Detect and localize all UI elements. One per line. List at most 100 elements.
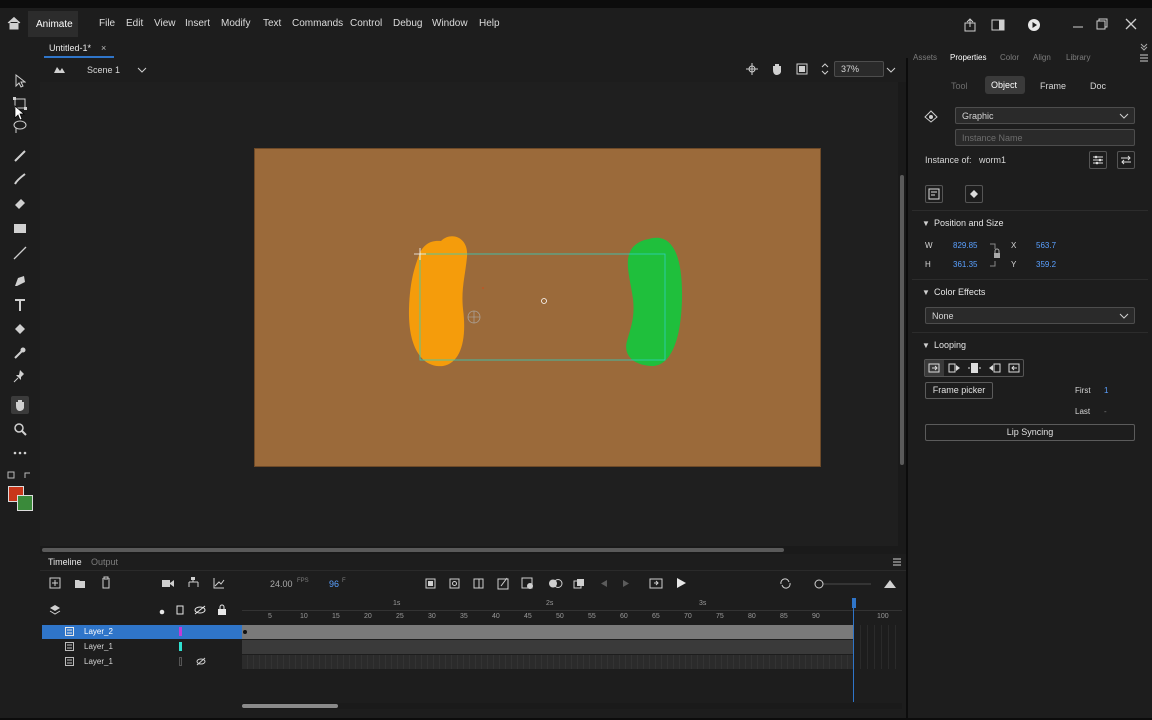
layer-name[interactable]: Layer_1 (84, 657, 113, 666)
minimize-icon[interactable] (1072, 18, 1084, 30)
tab-align[interactable]: Align (1033, 53, 1051, 62)
frame-strip[interactable] (242, 655, 854, 669)
subtab-doc[interactable]: Doc (1090, 81, 1106, 91)
tween-icon[interactable] (497, 577, 510, 590)
paint-brush-icon[interactable] (11, 170, 29, 188)
play-icon[interactable] (675, 577, 687, 589)
menu-modify[interactable]: Modify (221, 18, 250, 29)
insert-blank-keyframe-icon[interactable] (449, 578, 460, 589)
play-reverse-icon[interactable] (985, 360, 1004, 376)
first-frame-value[interactable]: 1 (1104, 386, 1108, 395)
subtab-tool[interactable]: Tool (951, 81, 968, 91)
frame-strip[interactable] (242, 640, 854, 654)
layer-row[interactable]: Layer_2 (42, 625, 242, 639)
current-frame-value[interactable]: 96 (329, 579, 339, 589)
loop-icon[interactable] (925, 360, 944, 376)
lip-syncing-button[interactable]: Lip Syncing (925, 424, 1135, 441)
frame-strip[interactable] (242, 625, 854, 639)
paint-bucket-icon[interactable] (11, 320, 29, 338)
symbol-settings-icon[interactable] (1089, 151, 1107, 169)
tab-output[interactable]: Output (91, 557, 118, 567)
layer-color-swatch[interactable] (179, 657, 182, 666)
hide-layers-icon[interactable] (194, 605, 206, 615)
stage[interactable] (254, 148, 821, 467)
pen-tool-icon[interactable] (11, 272, 29, 290)
zoom-dropdown-icon[interactable] (886, 65, 896, 75)
new-layer-icon[interactable] (49, 577, 61, 589)
tab-assets[interactable]: Assets (913, 53, 937, 62)
highlight-layers-icon[interactable] (159, 607, 165, 615)
text-tool-icon[interactable] (11, 296, 29, 314)
eyedropper-icon[interactable] (11, 344, 29, 362)
layer-color-swatch[interactable] (179, 627, 182, 636)
swap-symbol-icon[interactable] (1117, 151, 1135, 169)
line-tool-icon[interactable] (11, 244, 29, 262)
eraser-tool-icon[interactable] (11, 194, 29, 212)
edit-multiple-frames-icon[interactable] (573, 578, 585, 589)
share-icon[interactable] (963, 18, 977, 32)
timeline-scrollbar[interactable] (242, 703, 902, 709)
loop-icon[interactable] (779, 578, 792, 589)
snap-icon[interactable] (746, 63, 758, 75)
camera-icon[interactable] (161, 578, 175, 588)
edit-in-place-icon[interactable] (965, 185, 983, 203)
new-folder-icon[interactable] (74, 577, 86, 589)
single-frame-icon[interactable] (965, 360, 984, 376)
onion-skin-icon[interactable] (548, 578, 563, 589)
insert-keyframe-icon[interactable] (425, 578, 436, 589)
menu-view[interactable]: View (154, 18, 176, 29)
loop-reverse-icon[interactable] (1005, 360, 1024, 376)
graph-icon[interactable] (213, 577, 225, 589)
lock-proportions-icon[interactable] (988, 242, 1002, 268)
fill-color-swatch[interactable] (17, 495, 33, 511)
scene-dropdown-icon[interactable] (137, 65, 147, 75)
frame-size-slider[interactable] (813, 578, 873, 590)
fps-value[interactable]: 24.00 (270, 579, 293, 589)
x-value[interactable]: 563.7 (1036, 241, 1056, 250)
color-effects-header[interactable]: ▼ Color Effects (922, 287, 985, 297)
panel-collapse-icon[interactable] (1140, 43, 1148, 51)
insert-frame-icon[interactable] (473, 578, 484, 589)
layer-row[interactable]: Layer_1 (42, 655, 242, 669)
vertical-scroll-thumb[interactable] (900, 175, 904, 465)
instance-name-input[interactable]: Instance Name (955, 129, 1135, 146)
edit-scene-icon[interactable] (52, 63, 66, 77)
menu-commands[interactable]: Commands (292, 18, 343, 29)
subtab-frame[interactable]: Frame (1040, 81, 1066, 91)
rectangle-tool-icon[interactable] (11, 219, 29, 237)
play-once-icon[interactable] (945, 360, 964, 376)
close-window-icon[interactable] (1125, 18, 1137, 30)
tab-properties[interactable]: Properties (950, 53, 986, 62)
menu-control[interactable]: Control (350, 18, 382, 29)
swap-colors-icon[interactable] (7, 470, 33, 480)
menu-insert[interactable]: Insert (185, 18, 210, 29)
menu-edit[interactable]: Edit (126, 18, 143, 29)
timeline-menu-icon[interactable] (892, 557, 902, 567)
layer-name[interactable]: Layer_1 (84, 642, 113, 651)
frame-picker-button[interactable]: Frame picker (925, 382, 993, 399)
zoom-tool-icon[interactable] (11, 420, 29, 438)
horizontal-scroll-thumb[interactable] (42, 548, 784, 552)
loop-playback-icon[interactable] (649, 577, 663, 589)
selection-tool-icon[interactable] (11, 72, 29, 90)
edit-symbol-icon[interactable] (925, 185, 943, 203)
home-icon[interactable] (7, 16, 21, 30)
create-tween-icon[interactable] (521, 577, 534, 590)
subtab-object[interactable]: Object (985, 76, 1025, 94)
zoom-stepper-icon[interactable] (820, 61, 830, 77)
center-stage-icon[interactable] (770, 62, 784, 76)
document-tab[interactable]: Untitled-1* × (44, 40, 114, 58)
layer-parenting-icon[interactable] (187, 577, 200, 589)
lock-layers-icon[interactable] (217, 604, 227, 615)
frame-view-icon[interactable] (883, 578, 897, 589)
symbol-type-select[interactable]: Graphic (955, 107, 1135, 124)
tab-color[interactable]: Color (1000, 53, 1019, 62)
workspace-icon[interactable] (991, 18, 1005, 32)
menu-debug[interactable]: Debug (393, 18, 422, 29)
menu-help[interactable]: Help (479, 18, 500, 29)
y-value[interactable]: 359.2 (1036, 260, 1056, 269)
test-movie-icon[interactable] (1027, 18, 1041, 32)
layer-color-swatch[interactable] (179, 642, 182, 651)
restore-icon[interactable] (1096, 18, 1108, 30)
menu-window[interactable]: Window (432, 18, 468, 29)
